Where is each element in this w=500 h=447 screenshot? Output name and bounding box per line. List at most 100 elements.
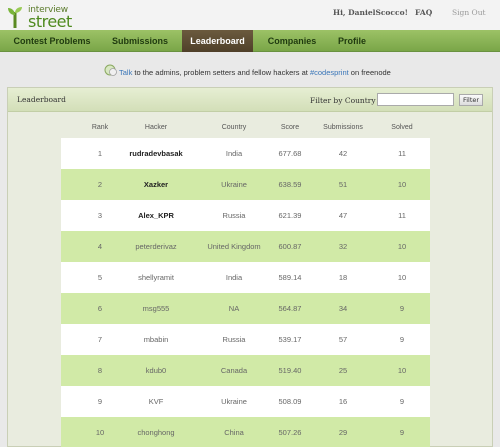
talk-text: Talk to the admins, problem setters and … xyxy=(119,68,391,77)
country-cell: Ukraine xyxy=(221,397,247,406)
nav-leaderboard[interactable]: Leaderboard xyxy=(182,30,253,52)
submissions-cell: 51 xyxy=(338,180,348,189)
talk-middle: to the admins, problem setters and fello… xyxy=(132,68,310,77)
score-cell: 638.59 xyxy=(278,180,302,189)
rank-cell: 7 xyxy=(97,335,103,344)
rank-cell: 1 xyxy=(97,149,103,158)
rank-cell: 8 xyxy=(97,366,103,375)
nav-contest-problems[interactable]: Contest Problems xyxy=(0,30,104,52)
solved-cell: 9 xyxy=(399,397,405,406)
hacker-cell[interactable]: shellyramit xyxy=(126,273,186,282)
country-cell: United Kingdom xyxy=(207,242,261,251)
rank-cell: 6 xyxy=(97,304,103,313)
user-greeting[interactable]: Hi, DanielScocco! xyxy=(333,8,408,17)
leaderboard-header: Leaderboard Filter by Country Filter xyxy=(8,88,492,112)
table-row: 7 mbabin Russia 539.17 57 9 xyxy=(61,324,430,355)
score-cell: 507.26 xyxy=(278,428,302,437)
talk-banner: Talk to the admins, problem setters and … xyxy=(104,64,434,80)
score-cell: 600.87 xyxy=(278,242,302,251)
talk-link[interactable]: Talk xyxy=(119,68,132,77)
rank-cell: 4 xyxy=(97,242,103,251)
table-row: 8 kdub0 Canada 519.40 25 10 xyxy=(61,355,430,386)
country-cell: Ukraine xyxy=(221,180,247,189)
rank-cell: 2 xyxy=(97,180,103,189)
main-nav: Contest Problems Submissions Leaderboard… xyxy=(0,30,500,52)
submissions-cell: 42 xyxy=(338,149,348,158)
table-row: 6 msg555 NA 564.87 34 9 xyxy=(61,293,430,324)
leaderboard-title: Leaderboard xyxy=(17,95,66,104)
col-country[interactable]: Country xyxy=(204,124,264,131)
table-row: 9 KVF Ukraine 508.09 16 9 xyxy=(61,386,430,417)
score-cell: 677.68 xyxy=(278,149,302,158)
country-cell: Canada xyxy=(220,366,248,375)
table-body: 1 rudradevbasak India 677.68 42 11 2 Xazker Ukra… xyxy=(61,138,430,447)
hacker-cell[interactable]: KVF xyxy=(126,397,186,406)
nav-companies[interactable]: Companies xyxy=(259,30,325,52)
solved-cell: 9 xyxy=(399,335,405,344)
rank-cell: 10 xyxy=(95,428,105,437)
country-cell: India xyxy=(225,149,243,158)
submissions-cell: 32 xyxy=(338,242,348,251)
col-hacker[interactable]: Hacker xyxy=(126,124,186,131)
filter-button[interactable]: Filter xyxy=(459,94,483,106)
hacker-cell[interactable]: msg555 xyxy=(126,304,186,313)
hacker-cell[interactable]: kdub0 xyxy=(126,366,186,375)
submissions-cell: 25 xyxy=(338,366,348,375)
score-cell: 539.17 xyxy=(278,335,302,344)
rank-cell: 9 xyxy=(97,397,103,406)
score-cell: 621.39 xyxy=(278,211,302,220)
solved-cell: 9 xyxy=(399,304,405,313)
country-cell: NA xyxy=(228,304,240,313)
hacker-cell[interactable]: Xazker xyxy=(126,180,186,189)
col-rank[interactable]: Rank xyxy=(80,124,120,131)
codesprint-link[interactable]: #codesprint xyxy=(310,68,349,77)
submissions-cell: 34 xyxy=(338,304,348,313)
hacker-cell[interactable]: peterderivaz xyxy=(126,242,186,251)
country-cell: Russia xyxy=(222,335,246,344)
table-row: 3 Alex_KPR Russia 621.39 47 11 xyxy=(61,200,430,231)
submissions-cell: 16 xyxy=(338,397,348,406)
table-row: 1 rudradevbasak India 677.68 42 11 xyxy=(61,138,430,169)
solved-cell: 11 xyxy=(398,149,406,158)
submissions-cell: 18 xyxy=(338,273,348,282)
country-cell: India xyxy=(225,273,243,282)
solved-cell: 10 xyxy=(397,273,407,282)
score-cell: 589.14 xyxy=(278,273,302,282)
rank-cell: 5 xyxy=(97,273,103,282)
score-cell: 508.09 xyxy=(278,397,302,406)
country-filter-input[interactable] xyxy=(377,93,454,106)
leaderboard-panel: Leaderboard Filter by Country Filter Ran… xyxy=(7,87,493,447)
talk-end: on freenode xyxy=(348,68,391,77)
submissions-cell: 29 xyxy=(338,428,348,437)
country-cell: China xyxy=(224,428,244,437)
score-cell: 519.40 xyxy=(278,366,302,375)
col-submissions[interactable]: Submissions xyxy=(313,124,373,131)
table-header: Rank Hacker Country Score Submissions So… xyxy=(61,116,430,138)
table-row: 10 chonghong China 507.26 29 9 xyxy=(61,417,430,447)
chat-bubble-icon xyxy=(104,64,117,76)
nav-profile[interactable]: Profile xyxy=(331,30,373,52)
hacker-cell[interactable]: rudradevbasak xyxy=(126,149,186,158)
signout-link[interactable]: Sign Out xyxy=(452,8,486,17)
table-row: 5 shellyramit India 589.14 18 10 xyxy=(61,262,430,293)
filter-label: Filter by Country xyxy=(310,96,376,105)
col-solved[interactable]: Solved xyxy=(377,124,427,131)
nav-submissions[interactable]: Submissions xyxy=(104,30,176,52)
col-score[interactable]: Score xyxy=(265,124,315,131)
hacker-cell[interactable]: mbabin xyxy=(126,335,186,344)
submissions-cell: 57 xyxy=(338,335,348,344)
logo-text-street: street xyxy=(28,12,72,31)
score-cell: 564.87 xyxy=(278,304,302,313)
leaderboard-table: Rank Hacker Country Score Submissions So… xyxy=(61,116,430,447)
submissions-cell: 47 xyxy=(338,211,348,220)
hacker-cell[interactable]: Alex_KPR xyxy=(126,211,186,220)
solved-cell: 10 xyxy=(397,242,407,251)
faq-link[interactable]: FAQ xyxy=(415,8,432,17)
top-header: interview street Hi, DanielScocco! FAQ S… xyxy=(0,0,500,31)
plant-logo-icon xyxy=(8,7,22,28)
rank-cell: 3 xyxy=(97,211,103,220)
site-logo[interactable]: interview street xyxy=(6,4,86,31)
solved-cell: 10 xyxy=(397,366,407,375)
hacker-cell[interactable]: chonghong xyxy=(126,428,186,437)
table-row: 4 peterderivaz United Kingdom 600.87 32 10 xyxy=(61,231,430,262)
